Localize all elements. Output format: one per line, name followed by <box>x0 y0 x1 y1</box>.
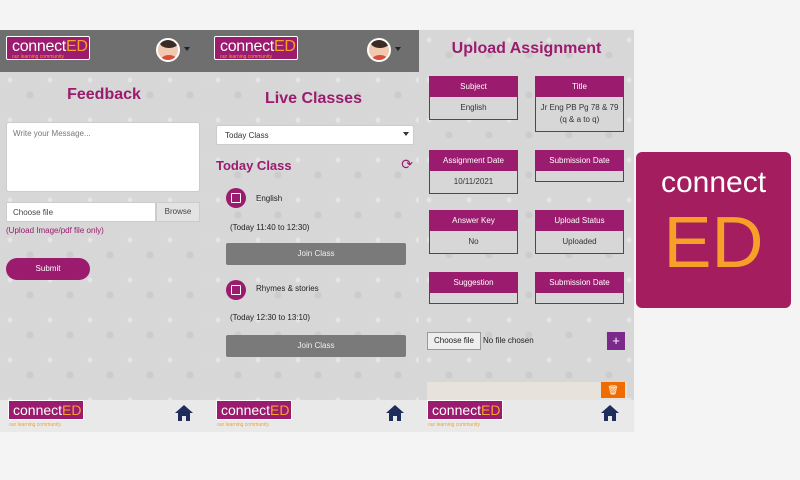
top-bar: connectED our learning community <box>0 30 208 72</box>
class-filter-select[interactable]: Today Class <box>216 125 414 145</box>
live-classes-screen: connectED our learning community Live Cl… <box>208 30 419 432</box>
home-icon[interactable] <box>385 404 405 422</box>
home-icon[interactable] <box>174 404 194 422</box>
class-name: English <box>256 194 283 203</box>
submit-button[interactable]: Submit <box>6 258 90 280</box>
feedback-screen: connectED our learning community Feedbac… <box>0 30 208 432</box>
app-logo[interactable]: connectED our learning community <box>6 36 90 60</box>
bottom-bar: connectED our learning community <box>0 400 208 432</box>
file-field[interactable]: Choose file <box>6 202 156 222</box>
title-field: Title Jr Eng PB Pg 78 & 79 (q & a to q) <box>535 76 624 132</box>
footer-logo: connectED our learning community <box>216 400 292 428</box>
file-status: No file chosen <box>483 336 534 345</box>
page-title: Upload Assignment <box>451 40 602 57</box>
chevron-down-icon[interactable] <box>184 47 190 51</box>
suggestion-field: Suggestion <box>429 272 518 304</box>
browse-button[interactable]: Browse <box>156 202 200 222</box>
assignment-date-field: Assignment Date 10/11/2021 <box>429 150 518 194</box>
section-title: Today Class <box>216 158 292 173</box>
submission-date-field: Submission Date <box>535 150 624 182</box>
class-icon <box>226 188 246 208</box>
upload-hint: (Upload Image/pdf file only) <box>6 226 104 235</box>
page-title: Feedback <box>67 86 141 103</box>
bottom-bar: connectED our learning community <box>208 400 419 432</box>
app-logo[interactable]: connectED our learning community <box>214 36 298 60</box>
upload-assignment-screen: Upload Assignment Subject English Title Jr… <box>419 30 634 432</box>
class-time: (Today 11:40 to 12:30) <box>230 223 310 232</box>
trash-icon[interactable]: 🗑 <box>601 382 625 398</box>
submission-date-2-field: Submission Date <box>535 272 624 304</box>
page-title: Live Classes <box>265 90 362 107</box>
footer-logo: connectED our learning community <box>427 400 503 428</box>
join-class-button[interactable]: Join Class <box>226 243 406 265</box>
chevron-down-icon[interactable] <box>395 47 401 51</box>
avatar[interactable] <box>156 38 180 62</box>
avatar[interactable] <box>367 38 391 62</box>
add-file-button[interactable]: + <box>607 332 625 350</box>
stage: connectED our learning community Feedbac… <box>0 0 800 480</box>
class-icon <box>226 280 246 300</box>
uploaded-thumbnail[interactable] <box>427 382 627 402</box>
answer-key-field: Answer Key No <box>429 210 518 254</box>
brand-logo-tile: connect ED <box>636 152 791 308</box>
choose-file-button[interactable]: Choose file <box>427 332 481 350</box>
join-class-button[interactable]: Join Class <box>226 335 406 357</box>
footer-logo: connectED our learning community <box>8 400 84 428</box>
chevron-down-icon <box>403 132 409 136</box>
bottom-bar: connectED our learning community <box>419 400 634 432</box>
refresh-icon[interactable]: ⟳ <box>401 156 413 173</box>
top-bar: connectED our learning community <box>208 30 419 72</box>
message-input[interactable]: Write your Message... <box>6 122 200 192</box>
home-icon[interactable] <box>600 404 620 422</box>
class-time: (Today 12:30 to 13:10) <box>230 313 311 322</box>
class-name: Rhymes & stories <box>256 284 319 293</box>
subject-field: Subject English <box>429 76 518 120</box>
upload-status-field: Upload Status Uploaded <box>535 210 624 254</box>
